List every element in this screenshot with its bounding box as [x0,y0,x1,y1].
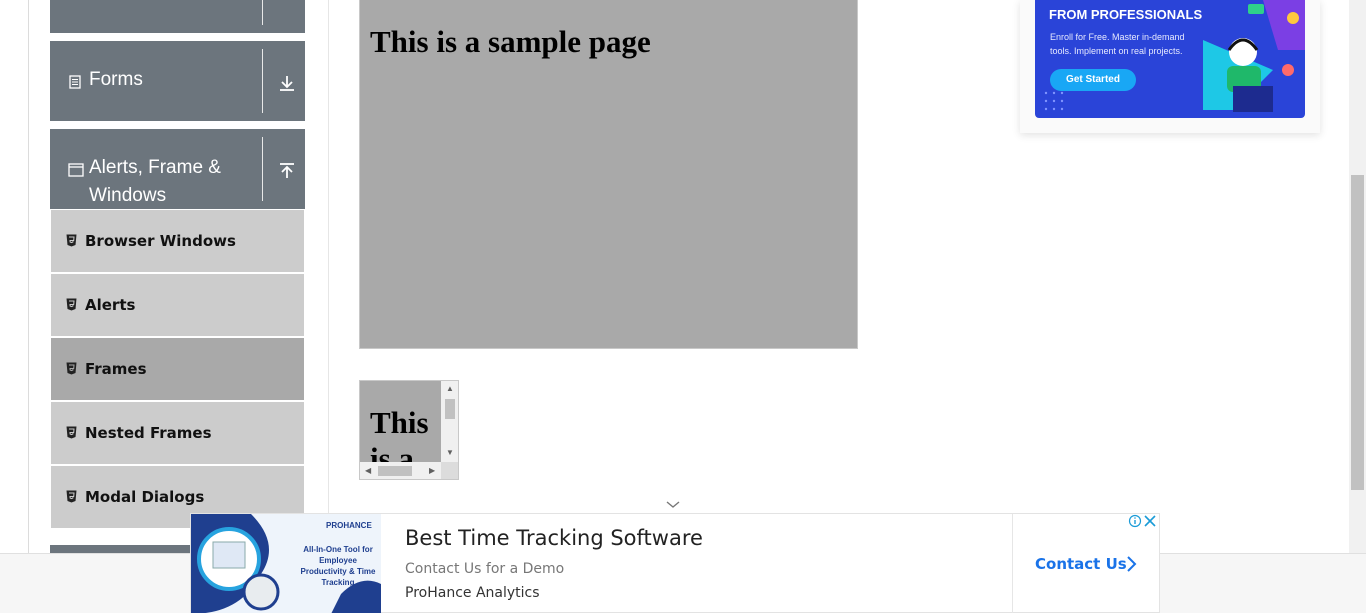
bottom-ad-brand: ProHance Analytics [405,585,540,601]
page: Forms Alerts, Frame & Windows Browser Wi… [0,0,1366,613]
html5-icon [66,362,77,375]
dots-decoration-icon [1044,91,1064,111]
top-ad-heading: FROM PROFESSIONALS [1049,7,1203,22]
scroll-down-icon[interactable]: ▼ [446,449,454,457]
group-header-alerts-frame-windows[interactable]: Alerts, Frame & Windows [50,129,305,209]
sidebar-item-nested-frames[interactable]: Nested Frames [51,402,304,464]
scrollbar-corner [441,462,458,479]
html5-icon [66,234,77,247]
top-ad-card[interactable]: FROM PROFESSIONALS Enroll for Free. Mast… [1020,0,1320,133]
window-icon [68,163,84,177]
contact-us-button[interactable]: Contact Us [1035,555,1127,573]
scroll-left-icon[interactable]: ◀ [365,467,371,475]
bottom-ad-title[interactable]: Best Time Tracking Software [405,526,703,550]
collapse-chevron-icon[interactable] [665,500,681,510]
sidebar-item-label: Nested Frames [85,424,212,442]
frame-2-vertical-scrollbar[interactable]: ▲ ▼ [441,381,458,463]
html5-icon [66,490,77,503]
document-icon [69,75,81,89]
adchoices-icon[interactable] [1128,514,1158,528]
upload-arrow-icon [278,0,296,12]
group-label-alerts-line2: Windows [89,185,167,206]
get-started-button[interactable]: Get Started [1050,69,1136,91]
group-divider [262,49,263,113]
group-header-forms[interactable]: Forms [50,41,305,121]
ad-image-tagline: All-In-One Tool for Employee Productivit… [300,545,376,587]
cta-divider [1012,514,1013,613]
scroll-thumb[interactable] [378,466,412,476]
page-scrollbar[interactable] [1349,0,1366,553]
chevron-right-icon[interactable] [1125,554,1137,574]
scroll-thumb[interactable] [445,399,455,419]
prohance-logo-text: PROHANCE [326,521,372,530]
bottom-ad-description: Contact Us for a Demo [405,561,565,577]
sidebar-item-label: Modal Dialogs [85,488,205,506]
top-ad-subtitle: Enroll for Free. Master in-demand tools.… [1050,32,1185,56]
group-header-elements[interactable] [50,0,305,33]
html5-icon [66,298,77,311]
sidebar-item-label: Browser Windows [85,232,236,250]
bottom-ad[interactable]: PROHANCE All-In-One Tool for Employee Pr… [190,513,1160,613]
group-divider [262,0,263,25]
frame-2-horizontal-scrollbar[interactable]: ◀ ▶ [360,462,443,479]
ad-illustration-icon [1203,0,1305,112]
sidebar-item-label: Frames [85,360,147,378]
scroll-right-icon[interactable]: ▶ [429,467,435,475]
group-divider [262,137,263,201]
scroll-up-icon[interactable]: ▲ [446,385,454,393]
sidebar-item-browser-windows[interactable]: Browser Windows [51,210,304,272]
download-arrow-icon[interactable] [278,74,296,92]
content-border [28,0,29,553]
frame-1[interactable]: This is a sample page [359,0,858,349]
group-label-forms: Forms [89,69,143,90]
html5-icon [66,426,77,439]
sidebar-item-alerts[interactable]: Alerts [51,274,304,336]
frame-1-heading: This is a sample page [370,24,651,59]
bottom-ad-image[interactable]: PROHANCE All-In-One Tool for Employee Pr… [191,514,381,613]
group-label-alerts: Alerts, Frame & [89,157,221,178]
frame-2[interactable]: This is a sample page ▲ ▼ ◀ ▶ [359,380,459,480]
sidebar-border [328,0,329,553]
page-scroll-thumb[interactable] [1351,175,1364,490]
sidebar-item-frames[interactable]: Frames [51,338,304,400]
sidebar-item-label: Alerts [85,296,136,314]
top-ad-banner[interactable]: FROM PROFESSIONALS Enroll for Free. Mast… [1035,0,1305,118]
upload-arrow-icon[interactable] [278,162,296,180]
